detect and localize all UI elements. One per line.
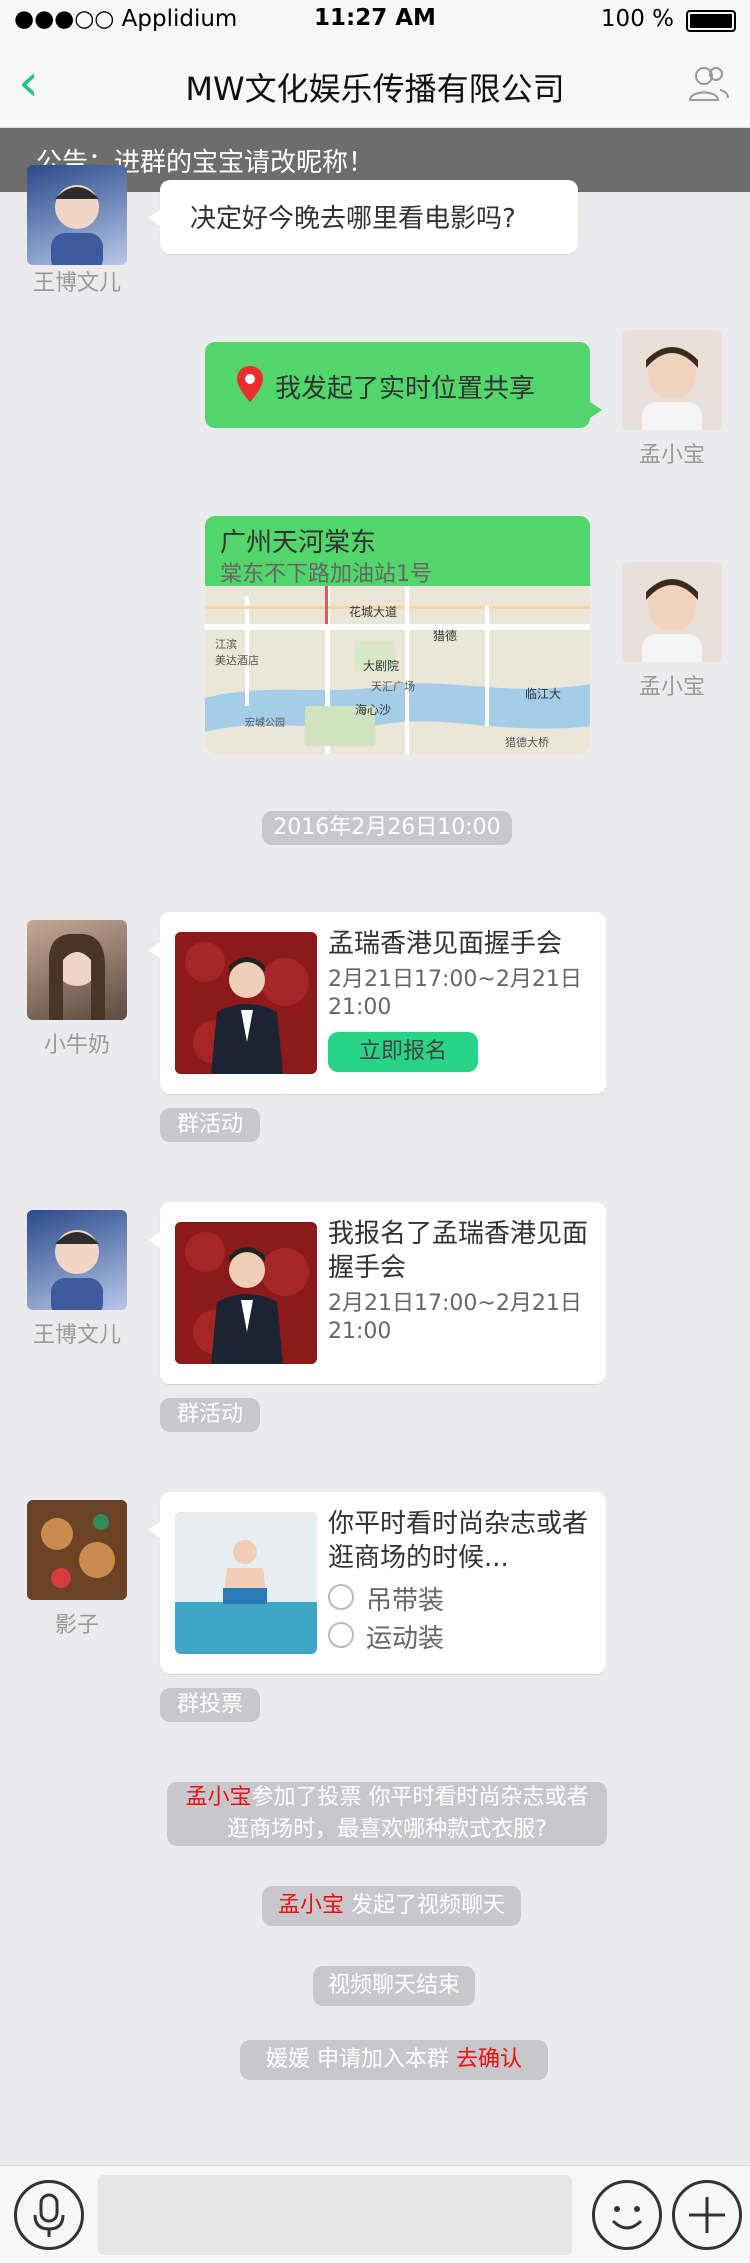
vote-option-label: 吊带装 [366, 1586, 445, 1616]
map-label: 海心沙 [355, 702, 391, 717]
radio-icon [328, 1622, 354, 1648]
activity-image [175, 1222, 317, 1364]
signup-button[interactable]: 立即报名 [328, 1032, 478, 1072]
avatar[interactable] [27, 1210, 127, 1310]
vote-option-label: 运动装 [366, 1624, 445, 1654]
voice-button[interactable] [14, 2180, 84, 2250]
map-label: 花城大道 [349, 604, 397, 619]
activity-title: 孟瑞香港见面握手会 [328, 929, 563, 959]
system-message-vote: 孟小宝参加了投票 你平时看时尚杂志或者逛商场时，最喜欢哪种款式衣服? [167, 1782, 607, 1846]
vote-card[interactable]: 你平时看时尚杂志或者逛商场的时候... 吊带装 运动装 [148, 1492, 606, 1674]
sender-name: 孟小宝 [638, 443, 705, 468]
map-label: 江滨 [215, 637, 237, 651]
confirm-link[interactable]: 去确认 [456, 2047, 522, 2072]
radio-icon [328, 1584, 354, 1610]
avatar[interactable] [622, 330, 722, 430]
avatar-photo [642, 347, 702, 430]
smile-icon [611, 2206, 643, 2230]
avatar-photo [51, 185, 103, 265]
system-user-link[interactable]: 孟小宝 [185, 1785, 251, 1810]
map-label: 大剧院 [363, 659, 399, 673]
location-title: 广州天河棠东 [220, 528, 377, 558]
map-label: 宏城公园 [245, 716, 285, 729]
sender-name: 孟小宝 [638, 675, 705, 700]
activity-image [175, 932, 317, 1074]
avatar-photo [51, 1230, 103, 1310]
location-address: 棠东不下路加油站1号 [220, 562, 432, 587]
location-pin-icon [237, 366, 263, 402]
system-text: 发起了视频聊天 [344, 1893, 505, 1918]
message-input[interactable] [98, 2175, 572, 2255]
message-text: 我发起了实时位置共享 [275, 374, 536, 404]
location-card-header: 广州天河棠东 棠东不下路加油站1号 [205, 516, 590, 587]
plus-icon [689, 2197, 725, 2233]
sender-name: 王博文儿 [32, 271, 121, 296]
system-user: 媛媛 [265, 2047, 310, 2072]
system-user-link[interactable]: 孟小宝 [278, 1893, 344, 1918]
input-bar [0, 2165, 750, 2263]
system-message-join-request: 媛媛 申请加入本群 去确认 [240, 2040, 548, 2080]
map-label: 临江大 [525, 687, 561, 701]
avatar-photo [49, 933, 105, 1020]
map-thumbnail: 花城大道 猎德 大剧院 天汇广场 海心沙 江滨 美达酒店 宏城公园 临江大 猎德… [205, 586, 590, 754]
sender-name: 小牛奶 [43, 1033, 110, 1058]
more-button[interactable] [672, 2180, 742, 2250]
avatar[interactable] [27, 920, 127, 1020]
group-members-icon[interactable] [686, 64, 730, 104]
sender-name: 王博文儿 [32, 1323, 121, 1348]
nav-bar: ‹ MW文化娱乐传播有限公司 [0, 40, 750, 128]
activity-time: 2月21日17:00~2月21日21:00 [328, 967, 582, 1020]
vote-option[interactable]: 运动装 [328, 1618, 528, 1654]
emoji-button[interactable] [592, 2180, 662, 2250]
activity-card[interactable]: 孟瑞香港见面握手会 2月21日17:00~2月21日21:00 立即报名 [148, 912, 606, 1094]
vote-image [175, 1512, 317, 1654]
microphone-icon [33, 2193, 65, 2237]
activity-signup-card[interactable]: 我报名了孟瑞香港见面握手会 2月21日17:00~2月21日21:00 [148, 1202, 606, 1384]
avatar-photo [642, 579, 702, 662]
vote-question: 你平时看时尚杂志或者逛商场的时候... [328, 1509, 589, 1573]
group-activity-tag: 群活动 [160, 1108, 260, 1142]
system-message-video: 孟小宝 发起了视频聊天 [262, 1886, 521, 1926]
activity-title: 我报名了孟瑞香港见面握手会 [328, 1219, 589, 1283]
vote-option[interactable]: 吊带装 [328, 1580, 528, 1616]
avatar[interactable] [622, 562, 722, 662]
battery-icon [686, 10, 736, 32]
system-text: 申请加入本群 [310, 2047, 456, 2072]
system-message-video-end: 视频聊天结束 [313, 1966, 475, 2006]
message-bubble[interactable]: 决定好今晚去哪里看电影吗? [148, 180, 578, 254]
battery-percent: 100 % [600, 6, 674, 32]
location-share-bubble[interactable]: 我发起了实时位置共享 [205, 342, 602, 428]
system-text: 参加了投票 你平时看时尚杂志或者逛商场时，最喜欢哪种款式衣服? [227, 1785, 589, 1842]
avatar-photo [27, 1500, 127, 1600]
timestamp: 2016年2月26日10:00 [262, 811, 512, 845]
group-activity-tag: 群活动 [160, 1398, 260, 1432]
map-label: 猎德 [433, 628, 457, 643]
message-text: 决定好今晚去哪里看电影吗? [190, 204, 516, 234]
location-card[interactable]: 广州天河棠东 棠东不下路加油站1号 花城大道 猎德 大剧院 天汇广场 海心沙 江… [205, 516, 590, 754]
map-label: 猎德大桥 [505, 735, 549, 749]
status-bar: ●●●○○ Applidium 11:27 AM 100 % [0, 0, 750, 40]
page-title: MW文化娱乐传播有限公司 [185, 70, 565, 108]
avatar[interactable] [27, 165, 127, 265]
group-vote-tag: 群投票 [160, 1688, 260, 1722]
map-label: 美达酒店 [215, 653, 259, 667]
activity-time: 2月21日17:00~2月21日21:00 [328, 1291, 582, 1344]
avatar[interactable] [27, 1500, 127, 1600]
sender-name: 影子 [54, 1613, 99, 1638]
map-label: 天汇广场 [371, 679, 415, 693]
